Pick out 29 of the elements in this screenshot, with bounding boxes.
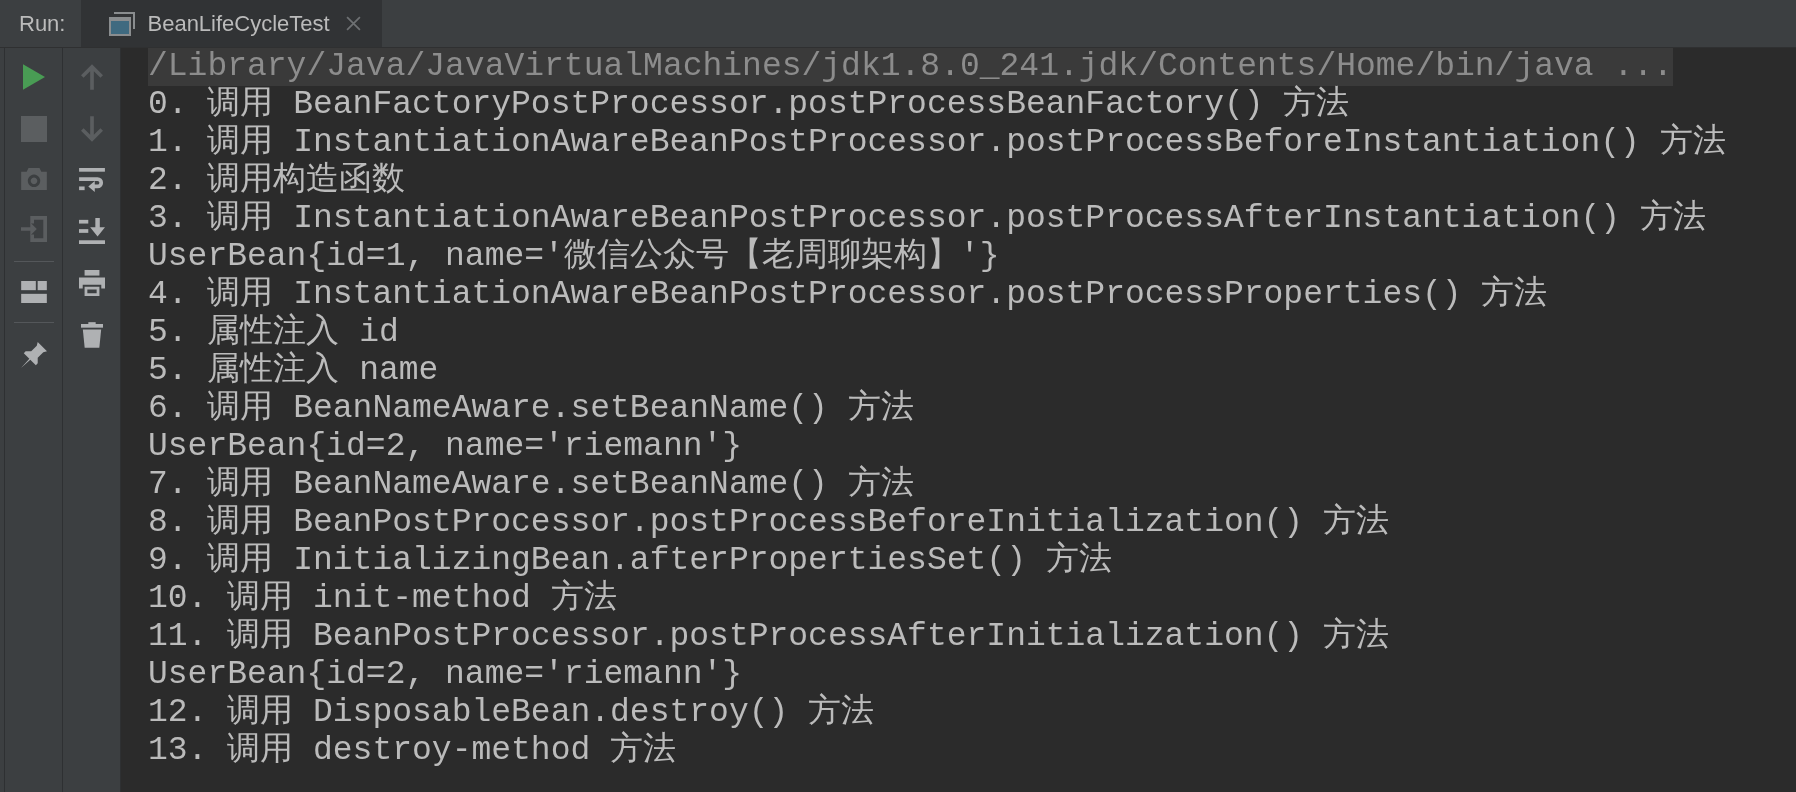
output-line: 13. 调用 destroy-method 方法 (148, 732, 677, 770)
output-line: 8. 调用 BeanPostProcessor.postProcessBeforeInitialization() 方法 (148, 504, 1389, 541)
tab[interactable]: BeanLifeCycleTest (81, 0, 382, 47)
output-line: 0. 调用 BeanFactoryPostProcessor.postProcessBeanFactory() 方法 (148, 86, 1350, 124)
output-line: 6. 调用 BeanNameAware.setBeanName() 方法 (148, 390, 914, 428)
output-line: 3. 调用 InstantiationAwareBeanPostProcessor.postProcessAfterInstantiation() 方法 (148, 200, 1706, 237)
window-icon (108, 10, 137, 37)
run-label: Run: (18, 10, 67, 37)
soft-wrap-icon[interactable] (78, 168, 105, 192)
output-line: 2. 调用构造函数 (148, 162, 406, 200)
printer-icon[interactable] (78, 270, 105, 296)
play-icon[interactable] (22, 64, 45, 90)
output-line: UserBean{id=2, name='riemann'} (148, 428, 743, 466)
output-line: 1. 调用 InstantiationAwareBeanPostProcessor.postProcessBeforeInstantiation() 方法 (148, 124, 1726, 162)
output-line: UserBean{id=1, name='微信公众号【老周聊架构】'} (148, 238, 1000, 276)
pin-icon[interactable] (20, 342, 47, 368)
scroll-to-end-icon[interactable] (78, 218, 105, 244)
close-icon[interactable] (345, 16, 361, 31)
output-line: 11. 调用 BeanPostProcessor.postProcessAfterInitialization() 方法 (148, 618, 1389, 656)
output-line: 7. 调用 BeanNameAware.setBeanName() 方法 (148, 466, 914, 504)
output-line: 4. 调用 InstantiationAwareBeanPostProcessor.postProcessProperties() 方法 (148, 276, 1548, 313)
layout-icon[interactable] (20, 281, 47, 303)
output-line: 5. 属性注入 name (148, 352, 439, 390)
trash-icon[interactable] (80, 322, 103, 348)
output-line: UserBean{id=2, name='riemann'} (148, 656, 743, 694)
output-line: 10. 调用 init-method 方法 (148, 580, 617, 618)
output-line: 12. 调用 DisposableBean.destroy() 方法 (148, 694, 875, 731)
output-line: 9. 调用 InitializingBean.afterPropertiesSet() 方法 (148, 542, 1112, 579)
output-line: 5. 属性注入 id (148, 314, 399, 351)
